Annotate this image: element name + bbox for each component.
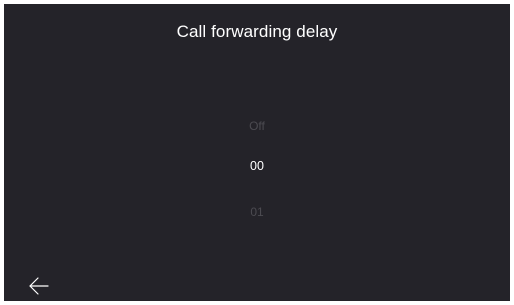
picker-option-next[interactable]: 01 [4,204,510,220]
picker-option-selected[interactable]: 00 [4,158,510,174]
delay-picker[interactable]: Off 00 01 [4,108,510,228]
settings-screen: Call forwarding delay Off 00 01 [4,4,510,301]
back-button[interactable] [28,276,56,300]
page-title: Call forwarding delay [176,22,338,41]
picker-option-previous[interactable]: Off [4,118,510,134]
arrow-left-icon [29,277,49,295]
